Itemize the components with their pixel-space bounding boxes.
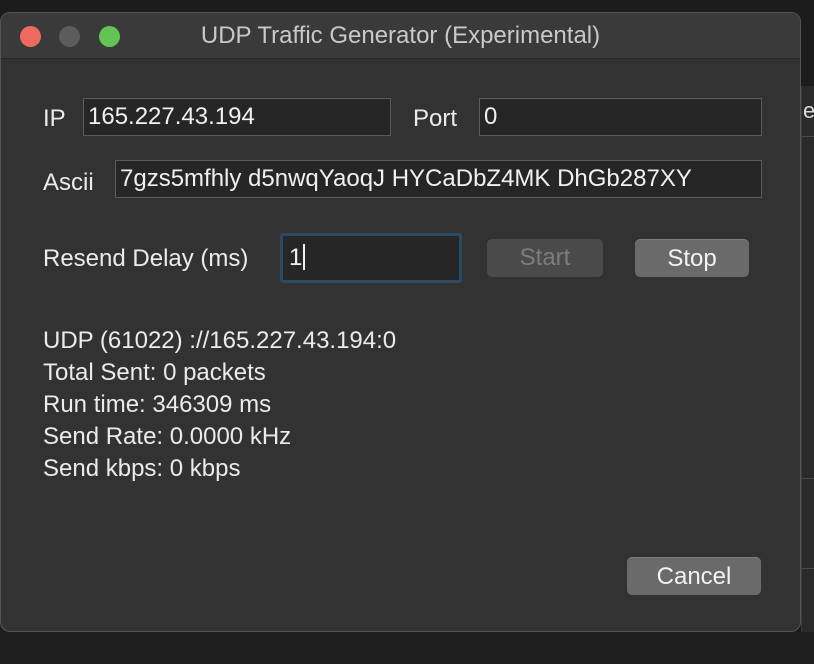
background-divider — [801, 136, 814, 137]
port-label: Port — [413, 105, 458, 132]
ascii-input[interactable]: 7gzs5mfhly d5nwqYaoqJ HYCaDbZ4MK DhGb287… — [115, 160, 762, 198]
cancel-button[interactable]: Cancel — [627, 557, 761, 595]
background-window-edge — [801, 86, 814, 646]
port-input[interactable]: 0 — [479, 98, 762, 136]
window-title: UDP Traffic Generator (Experimental) — [200, 22, 601, 49]
ip-label: IP — [43, 105, 66, 132]
text-caret — [303, 244, 306, 270]
resend-delay-value: 1 — [289, 244, 303, 271]
status-run-time: Run time: 346309 ms — [43, 391, 272, 418]
resend-delay-label: Resend Delay (ms) — [43, 245, 249, 272]
background-window-text: e — [803, 98, 814, 123]
status-send-kbps: Send kbps: 0 kbps — [43, 455, 241, 482]
status-connection: UDP (61022) ://165.227.43.194:0 — [43, 327, 397, 354]
background-bottom — [0, 632, 814, 664]
background-divider — [801, 568, 814, 569]
resend-delay-input[interactable]: 1 — [280, 233, 462, 283]
stop-button[interactable]: Stop — [635, 239, 749, 277]
start-button[interactable]: Start — [487, 239, 603, 277]
background-divider — [801, 478, 814, 479]
status-send-rate: Send Rate: 0.0000 kHz — [43, 423, 292, 450]
title-bar[interactable]: UDP Traffic Generator (Experimental) — [1, 13, 800, 59]
ascii-label: Ascii — [43, 169, 94, 196]
udp-traffic-generator-dialog: UDP Traffic Generator (Experimental) IP … — [0, 12, 801, 632]
ip-input[interactable]: 165.227.43.194 — [83, 98, 391, 136]
status-total-sent: Total Sent: 0 packets — [43, 359, 266, 386]
